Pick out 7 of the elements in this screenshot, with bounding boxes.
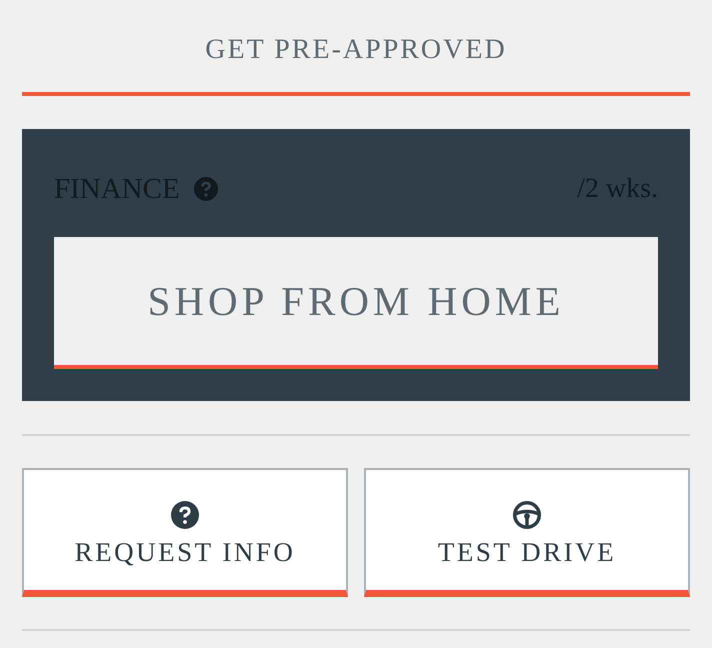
get-pre-approved-link[interactable]: GET PRE-APPROVED [22,0,690,96]
action-button[interactable]: TEST DRIVE [364,468,690,597]
steering-wheel-icon [513,501,541,529]
help-icon [171,501,199,529]
help-icon[interactable] [194,177,218,201]
shop-from-home-button[interactable]: SHOP FROM HOME [54,237,658,369]
action-button[interactable]: REQUEST INFO [22,468,348,597]
